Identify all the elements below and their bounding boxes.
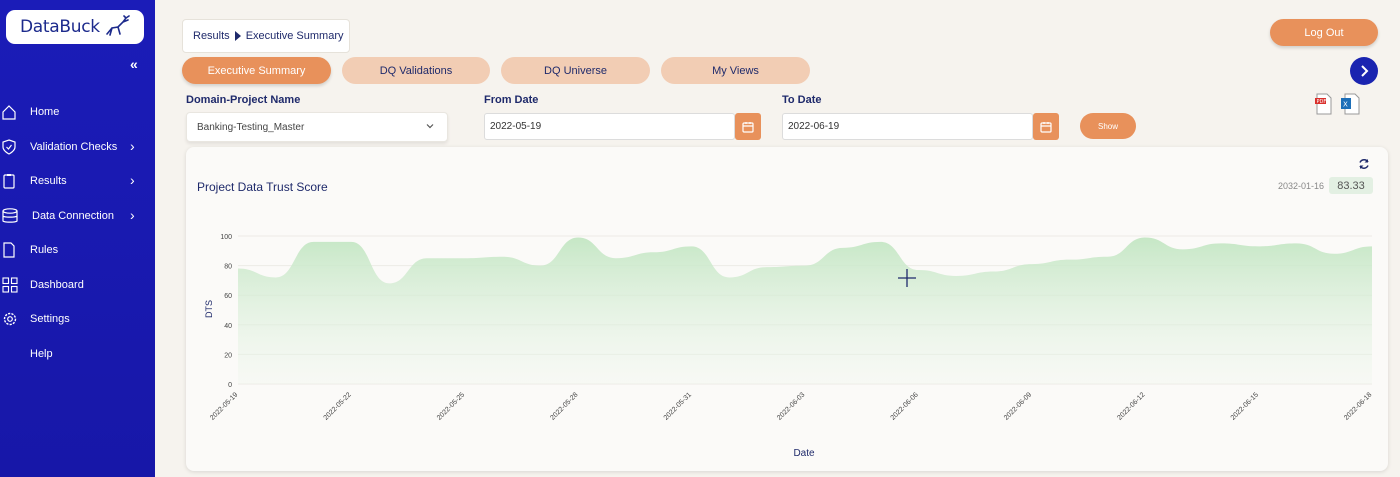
clipboard-icon [3,174,15,189]
sidebar-item-label: Dashboard [30,278,84,291]
x-tick-label: 2022-06-18 [1343,391,1373,421]
sidebar-item-label: Home [30,106,60,119]
x-tick-label: 2022-06-06 [890,391,920,421]
x-tick-label: 2022-05-28 [549,391,579,421]
calendar-icon [742,121,754,133]
y-tick-label: 80 [224,264,232,271]
sidebar-item-label: Data Connection [32,209,114,222]
dts-area-series[interactable] [238,237,1372,384]
to-date-input[interactable]: 2022-06-19 [782,113,1033,140]
sidebar-item-label: Rules [30,244,59,257]
caret-right-icon [234,31,241,41]
home-icon [2,105,16,120]
show-button[interactable]: Show [1080,113,1136,139]
svg-text:PDF: PDF [1317,99,1327,105]
excel-file-icon[interactable]: X [1340,93,1360,115]
shield-icon [2,138,16,155]
x-axis-label: Date [793,448,815,459]
x-tick-label: 2022-05-19 [209,391,239,421]
x-tick-label: 2022-05-31 [663,391,693,421]
tab-executive-summary[interactable]: Executive Summary [182,57,331,84]
x-tick-label: 2022-06-09 [1003,391,1033,421]
sidebar-item-label: Settings [30,313,70,326]
trust-score-card: Project Data Trust Score 2032-01-16 83.3… [186,147,1388,471]
tab-dq-validations[interactable]: DQ Validations [342,57,490,84]
database-icon [2,207,18,223]
chevron-down-icon [426,124,434,129]
from-date-value: 2022-05-19 [490,121,542,132]
sidebar-item-rules[interactable]: Rules [0,233,155,268]
y-tick-label: 60 [224,293,232,300]
deer-logo-icon [106,15,130,36]
x-tick-label: 2022-06-03 [776,391,806,421]
sidebar-item-data-connection[interactable]: Data Connection › [0,199,155,234]
y-tick-label: 100 [220,234,232,241]
pdf-file-icon[interactable]: PDF [1314,93,1334,115]
to-date-value: 2022-06-19 [788,121,840,132]
domain-project-value: Banking-Testing_Master [197,121,305,133]
from-date-label: From Date [484,94,539,106]
calendar-icon [1040,121,1052,133]
sidebar-item-validation-checks[interactable]: Validation Checks › [0,130,155,165]
logo-text: DataBuck [20,17,100,37]
sidebar-item-settings[interactable]: Settings [0,302,155,337]
tab-my-views[interactable]: My Views [661,57,810,84]
y-axis-label: DTS [204,300,214,318]
domain-project-select[interactable]: Banking-Testing_Master [186,112,448,142]
chevron-right-icon: › [130,206,135,223]
grid-icon [2,276,18,293]
x-tick-label: 2022-05-25 [436,391,466,421]
breadcrumb-parent[interactable]: Results [193,30,230,42]
breadcrumb: Results Executive Summary [182,19,350,53]
y-tick-label: 20 [224,352,232,359]
sidebar-item-help[interactable]: Help [0,337,155,372]
document-icon [3,242,15,258]
dts-area-chart[interactable]: 0 20 40 60 80 100 2022-05-19 2022-05-22 2022-05… [186,147,1388,471]
breadcrumb-current: Executive Summary [245,30,344,42]
x-tick-label: 2022-06-15 [1230,391,1260,421]
sidebar-item-label: Results [30,175,67,188]
chevron-right-icon [1361,65,1369,77]
gear-icon [3,312,17,326]
svg-text:X: X [1343,101,1348,109]
sidebar: DataBuck « Home Validation Checks › Resu… [0,0,155,477]
domain-label: Domain-Project Name [186,94,301,106]
sidebar-item-label: Validation Checks [30,140,118,153]
next-arrow-button[interactable] [1350,57,1378,85]
x-tick-label: 2022-06-12 [1116,391,1146,421]
tab-dq-universe[interactable]: DQ Universe [501,57,650,84]
sidebar-item-home[interactable]: Home [0,95,155,130]
chevron-right-icon: › [130,172,135,188]
sidebar-item-dashboard[interactable]: Dashboard [0,268,155,303]
from-date-input[interactable]: 2022-05-19 [484,113,735,140]
sidebar-item-results[interactable]: Results › [0,164,155,199]
y-tick-label: 0 [228,382,232,389]
chevron-right-icon: › [130,137,135,154]
x-tick-label: 2022-05-22 [323,391,353,421]
logo[interactable]: DataBuck [6,10,144,44]
y-tick-label: 40 [224,323,232,330]
sidebar-nav: Home Validation Checks › Results › Data … [0,95,155,371]
sidebar-item-label: Help [30,347,53,360]
logout-button[interactable]: Log Out [1270,19,1378,46]
collapse-sidebar-button[interactable]: « [130,56,138,72]
from-date-calendar-button[interactable] [735,113,761,140]
to-date-calendar-button[interactable] [1033,113,1059,140]
to-date-label: To Date [782,94,822,106]
